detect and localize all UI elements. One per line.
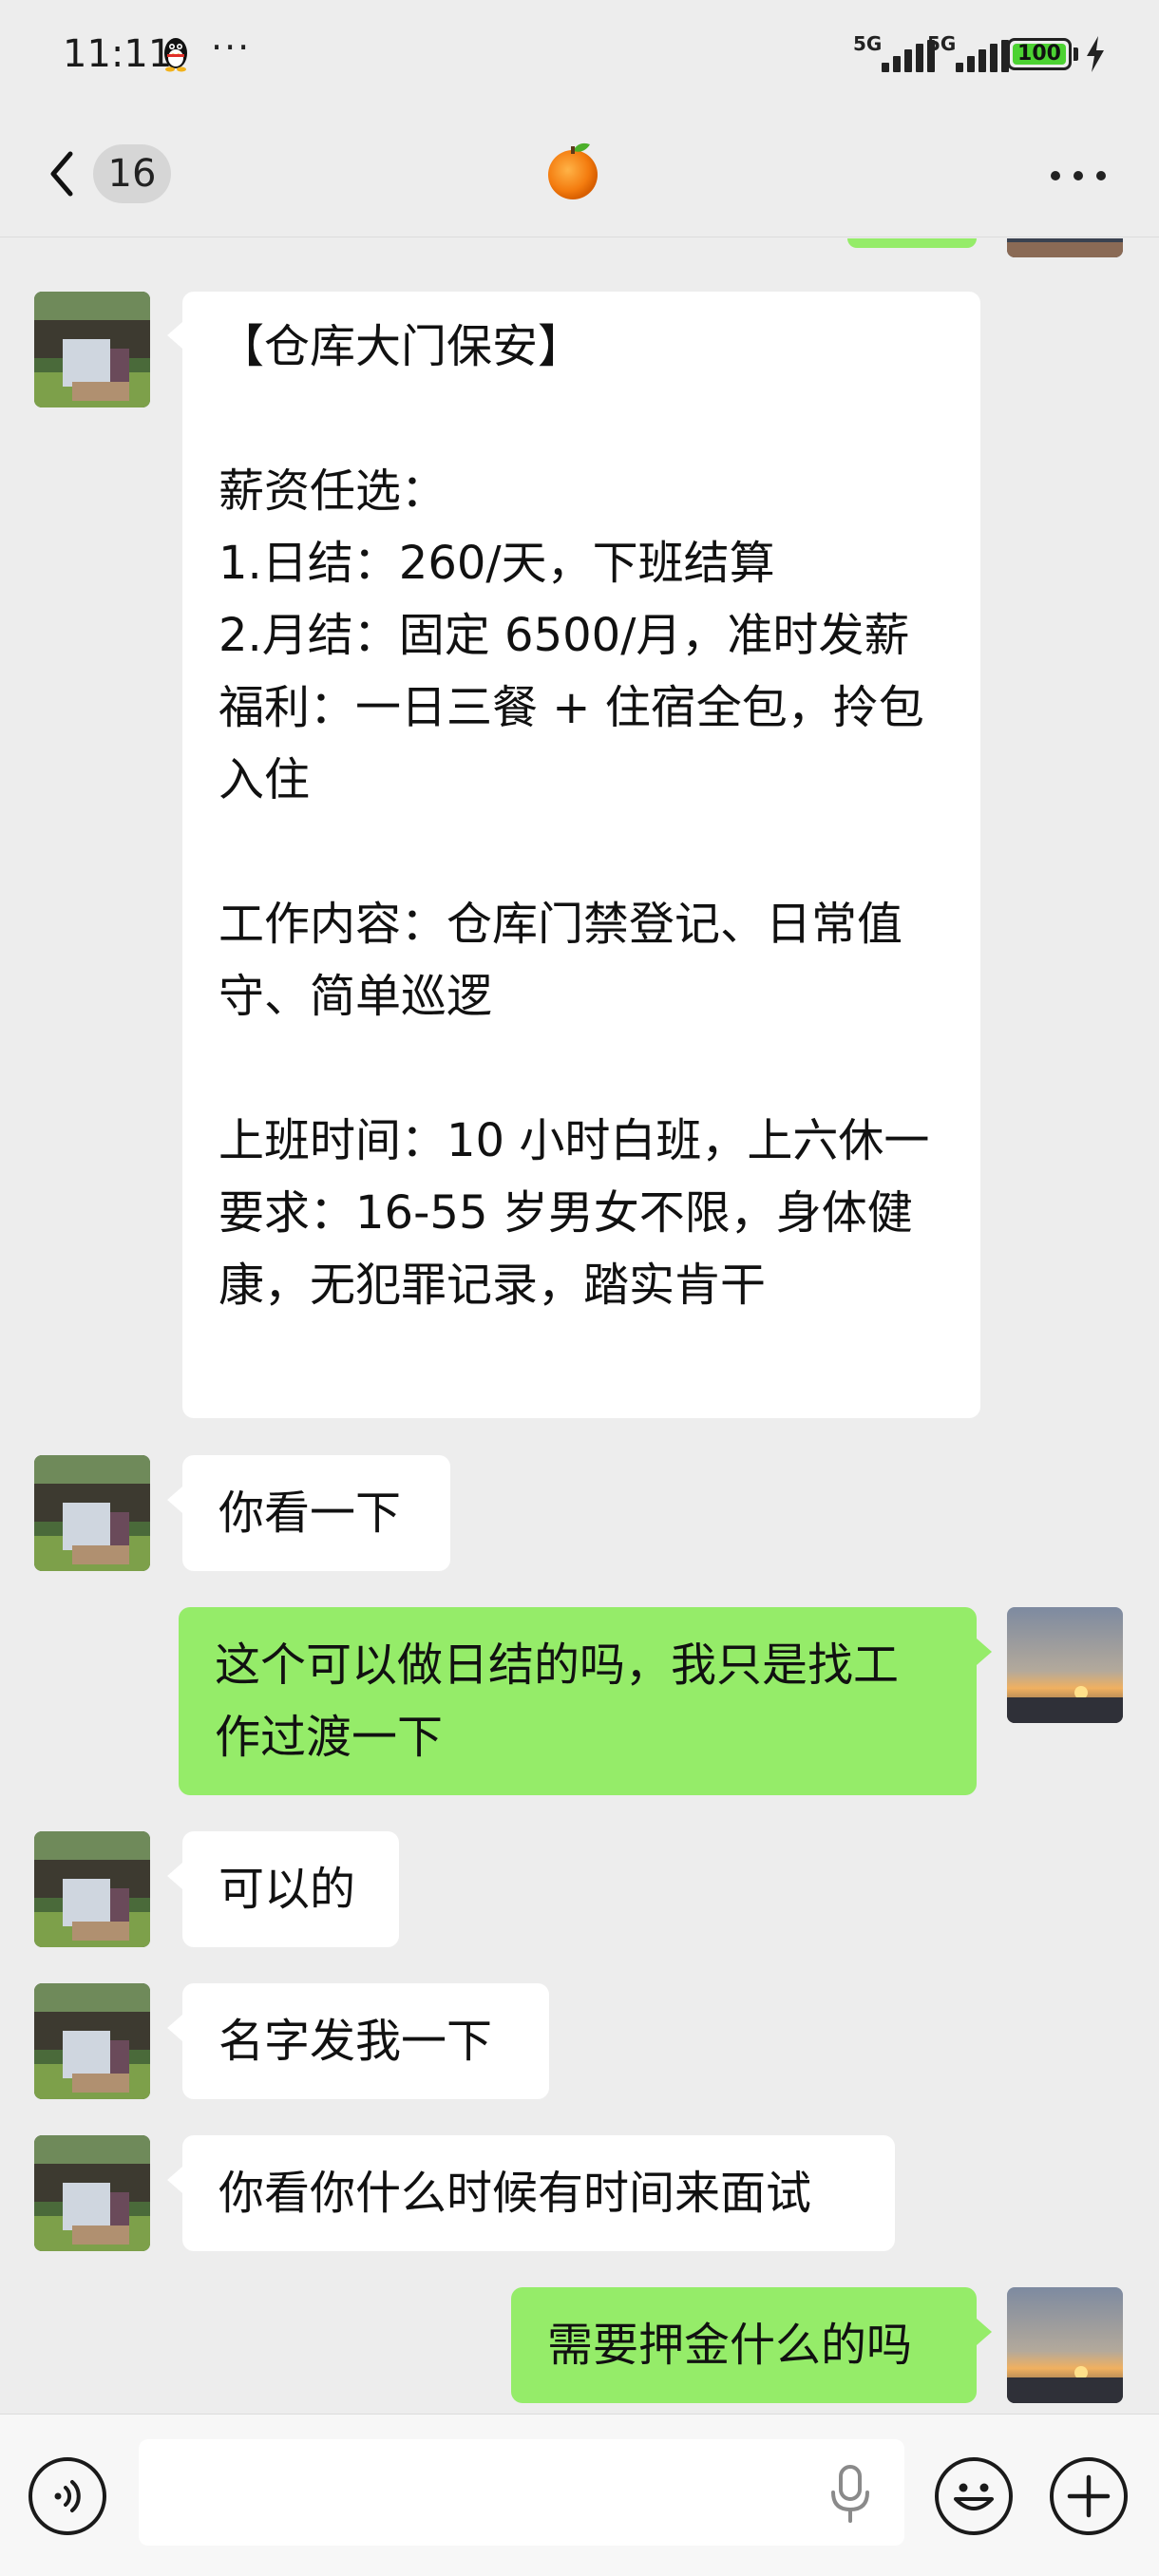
battery-tip xyxy=(1074,47,1078,61)
message-bubble-incoming[interactable]: 可以的 xyxy=(182,1831,399,1947)
signal-2-icon: 5G xyxy=(927,32,1009,72)
contact-avatar[interactable] xyxy=(34,1455,150,1571)
self-avatar[interactable] xyxy=(1007,238,1123,257)
contact-avatar[interactable] xyxy=(34,1831,150,1947)
message-bubble-incoming[interactable]: 你看一下 xyxy=(182,1455,450,1571)
message-bubble-incoming[interactable]: 你看你什么时候有时间来面试 xyxy=(182,2135,895,2251)
input-bar xyxy=(0,2414,1159,2576)
chevron-left-icon xyxy=(50,151,73,197)
status-more-icon: ··· xyxy=(211,27,252,68)
battery-icon: 100 xyxy=(1007,38,1072,70)
previous-outgoing-bubble xyxy=(847,238,977,248)
chat-title-bar: 16 xyxy=(0,112,1159,237)
battery-level: 100 xyxy=(1017,42,1061,66)
self-avatar[interactable] xyxy=(1007,2287,1123,2403)
chat-screen: 11:11 ··· 5G 5G 100 16 【仓库大门保安】 薪资任选： 1.… xyxy=(0,0,1159,2576)
unread-count-badge: 16 xyxy=(93,144,171,203)
signal-1-icon: 5G xyxy=(853,32,935,72)
plus-button[interactable] xyxy=(1050,2457,1128,2535)
qq-penguin-icon xyxy=(164,38,187,72)
self-avatar[interactable] xyxy=(1007,1607,1123,1723)
network-type-1: 5G xyxy=(853,32,883,55)
charging-bolt-icon xyxy=(1087,36,1104,72)
orange-emoji-icon xyxy=(548,142,598,199)
plus-icon xyxy=(1067,2474,1111,2518)
message-list[interactable]: 【仓库大门保安】 薪资任选： 1.日结：260/天，下班结算 2.月结：固定 6… xyxy=(0,238,1159,2414)
contact-avatar[interactable] xyxy=(34,292,150,407)
voice-mode-button[interactable] xyxy=(28,2457,106,2535)
more-options-button[interactable] xyxy=(1045,156,1112,194)
contact-avatar[interactable] xyxy=(34,2135,150,2251)
status-bar: 11:11 ··· 5G 5G 100 xyxy=(0,0,1159,112)
voice-mode-icon xyxy=(54,2480,81,2512)
message-input[interactable] xyxy=(139,2439,904,2546)
message-bubble-incoming[interactable]: 名字发我一下 xyxy=(182,1983,549,2099)
message-bubble-outgoing[interactable]: 这个可以做日结的吗，我只是找工 作过渡一下 xyxy=(179,1607,977,1795)
microphone-icon[interactable] xyxy=(826,2464,874,2525)
status-time: 11:11 xyxy=(63,32,173,76)
message-bubble-outgoing[interactable]: 需要押金什么的吗 xyxy=(511,2287,977,2403)
back-button[interactable]: 16 xyxy=(38,141,180,207)
network-type-2: 5G xyxy=(927,32,957,55)
emoji-icon xyxy=(954,2483,994,2510)
emoji-button[interactable] xyxy=(935,2457,1013,2535)
contact-avatar[interactable] xyxy=(34,1983,150,2099)
message-bubble-incoming[interactable]: 【仓库大门保安】 薪资任选： 1.日结：260/天，下班结算 2.月结：固定 6… xyxy=(182,292,980,1418)
